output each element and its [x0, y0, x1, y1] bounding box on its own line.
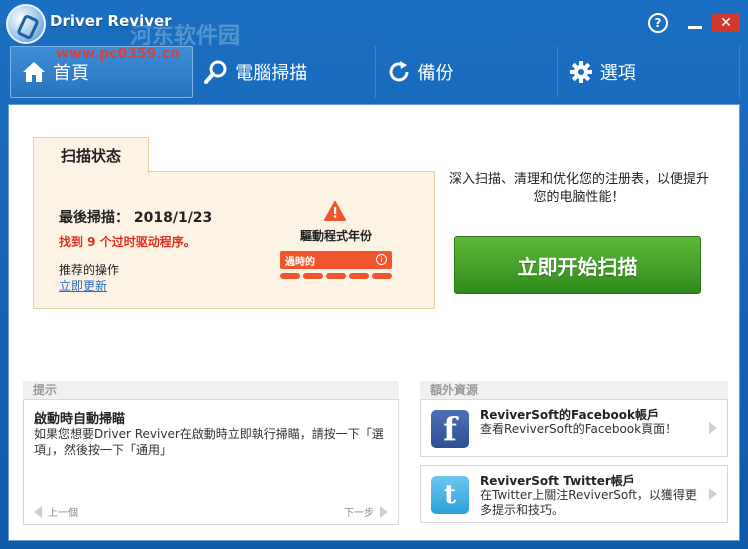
twitter-title: ReviverSoft Twitter帳戶 [480, 474, 635, 488]
refresh-icon [386, 59, 412, 85]
search-icon [203, 59, 229, 85]
watermark-url: www.pc0359.cn [56, 46, 181, 62]
app-window: Driver Reviver 河东软件园 ? ✕ www.pc0359.cn 首… [0, 0, 748, 549]
twitter-icon: t [431, 476, 469, 514]
facebook-title: ReviverSoft的Facebook帳戶 [480, 408, 659, 422]
facebook-resource[interactable]: f ReviverSoft的Facebook帳戶 查看ReviverSoft的F… [420, 399, 728, 457]
nav-options[interactable]: 選項 [558, 46, 740, 98]
tip-title: 啟動時自動掃瞄 [34, 412, 126, 427]
nav-home-label: 首頁 [53, 63, 89, 84]
tips-header: 提示 [23, 381, 399, 399]
info-icon[interactable]: i [376, 254, 387, 265]
age-segment [303, 273, 323, 279]
age-segment [326, 273, 346, 279]
gear-icon [568, 59, 594, 85]
warning-icon [324, 201, 346, 221]
home-icon [21, 59, 47, 85]
minimize-button[interactable] [684, 14, 706, 32]
driver-age-segments [280, 273, 392, 279]
facebook-icon: f [431, 410, 469, 448]
main-content: 扫描状态 最後掃描： 2018/1/23 找到 9 个过时驱动程序。 推荐的操作… [8, 104, 740, 541]
promo-text: 深入扫描、清理和优化您的注册表，以便提升您的电脑性能！ [449, 172, 710, 205]
tip-next-button[interactable]: 下一步 [344, 504, 388, 519]
chevron-right-icon [709, 488, 717, 500]
last-scan-text: 最後掃描： 2018/1/23 [59, 210, 213, 226]
age-segment [280, 273, 300, 279]
twitter-desc: 在Twitter上關注ReviverSoft，以獲得更多提示和技巧。 [480, 488, 697, 517]
twitter-resource[interactable]: t ReviverSoft Twitter帳戶 在Twitter上關注Reviv… [420, 465, 728, 523]
facebook-glyph: f [443, 410, 457, 448]
chevron-right-icon [380, 505, 388, 518]
driver-age-label: 驅動程式年份 [299, 229, 372, 243]
tips-panel: 啟動時自動掃瞄 如果您想要Driver Reviver在啟動時立即執行掃瞄，請按… [23, 399, 399, 525]
resources-header: 額外資源 [420, 381, 728, 399]
nav-backup-label: 備份 [417, 63, 454, 84]
twitter-glyph: t [443, 480, 456, 510]
nav-pc-scan[interactable]: 電腦掃描 [193, 46, 376, 98]
help-button[interactable]: ? [648, 13, 668, 33]
nav-backup[interactable]: 備份 [376, 46, 558, 98]
tip-prev-label: 上一個 [48, 508, 78, 519]
tip-prev-button[interactable]: 上一個 [34, 504, 78, 519]
age-segment [349, 273, 369, 279]
driver-age-status: 過時的 [285, 257, 315, 268]
chevron-left-icon [34, 505, 42, 518]
tip-next-label: 下一步 [344, 508, 374, 519]
start-scan-button[interactable]: 立即开始扫描 [454, 236, 701, 294]
tip-body: 如果您想要Driver Reviver在啟動時立即執行掃瞄，請按一下「選項」，然… [34, 427, 384, 457]
recommended-action-label: 推荐的操作 [59, 263, 120, 277]
nav-pc-scan-label: 電腦掃描 [235, 63, 308, 84]
close-button[interactable]: ✕ [712, 14, 740, 32]
scan-status-tab: 扫描状态 [33, 137, 149, 175]
driver-age-bar: 過時的 i [280, 251, 392, 269]
found-outdated-text: 找到 9 个过时驱动程序。 [59, 235, 196, 249]
title-bar: Driver Reviver 河东软件园 ? ✕ [0, 0, 748, 49]
nav-options-label: 選項 [599, 63, 636, 84]
update-now-link[interactable]: 立即更新 [59, 277, 107, 294]
chevron-right-icon [709, 422, 717, 434]
app-logo-icon [6, 4, 46, 44]
facebook-desc: 查看ReviverSoft的Facebook頁面！ [480, 422, 678, 436]
age-segment [372, 273, 392, 279]
